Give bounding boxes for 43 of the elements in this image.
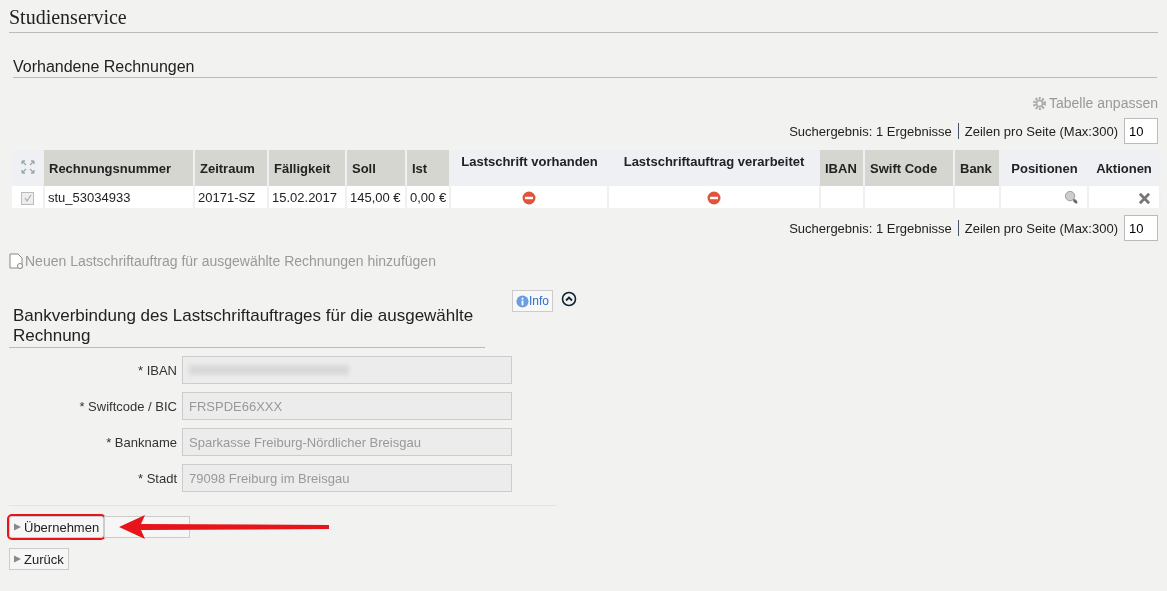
- triangle-icon: [14, 523, 21, 531]
- table-cell: 20171-SZ: [194, 186, 268, 208]
- column-header[interactable]: Bank: [954, 150, 1000, 186]
- column-header[interactable]: IBAN: [820, 150, 864, 186]
- section-title: Vorhandene Rechnungen: [13, 58, 1157, 78]
- column-header[interactable]: Fälligkeit: [268, 150, 346, 186]
- rows-per-page-field[interactable]: 10: [1124, 215, 1158, 241]
- document-icon: [9, 253, 23, 269]
- input-field[interactable]: [182, 356, 512, 384]
- column-header: Aktionen: [1088, 150, 1160, 186]
- info-button[interactable]: Info: [512, 290, 553, 312]
- action-button[interactable]: Übernehmen: [9, 516, 105, 538]
- bank-section-title: Bankverbindung des Lastschriftauftrages für die ausgewählte Rechnung: [9, 306, 485, 348]
- action-button[interactable]: Zurück: [9, 548, 69, 570]
- info-icon: [516, 294, 529, 308]
- column-header[interactable]: Swift Code: [864, 150, 954, 186]
- rows-per-page-field[interactable]: 10: [1124, 118, 1158, 144]
- delete-icon[interactable]: [1138, 191, 1151, 205]
- result-count: Suchergebnis: 1 Ergebnisse: [789, 123, 952, 139]
- column-header: Positionen: [1000, 150, 1088, 186]
- field-label: * Stadt: [136, 470, 178, 486]
- rows-per-page-label: Zeilen pro Seite (Max:300): [964, 123, 1118, 139]
- rows-per-page-label: Zeilen pro Seite (Max:300): [964, 220, 1118, 236]
- table-cell: 0,00 €: [406, 186, 450, 208]
- field-label: * Bankname: [105, 434, 178, 450]
- column-header[interactable]: Rechnungsnummer: [44, 150, 194, 186]
- column-header[interactable]: Soll: [346, 150, 406, 186]
- table-cell: 145,00 €: [346, 186, 406, 208]
- column-header[interactable]: Zeitraum: [194, 150, 268, 186]
- column-header[interactable]: Ist: [406, 150, 450, 186]
- field-label: * IBAN: [137, 362, 178, 378]
- row-checkbox[interactable]: [21, 191, 34, 205]
- triangle-icon: [14, 555, 21, 563]
- column-header: Lastschriftauftrag verarbeitet: [608, 150, 820, 186]
- magnifier-icon[interactable]: [1064, 190, 1079, 206]
- collapse-icon[interactable]: [561, 291, 577, 307]
- table-cell: stu_53034933: [44, 186, 194, 208]
- field-label: * Swiftcode / BIC: [78, 398, 178, 414]
- table-cell: 15.02.2017: [268, 186, 346, 208]
- page-title: Studienservice: [9, 6, 1158, 33]
- gear-icon: [1032, 95, 1047, 111]
- result-count: Suchergebnis: 1 Ergebnisse: [789, 220, 952, 236]
- column-header: Lastschrift vorhanden: [450, 150, 608, 186]
